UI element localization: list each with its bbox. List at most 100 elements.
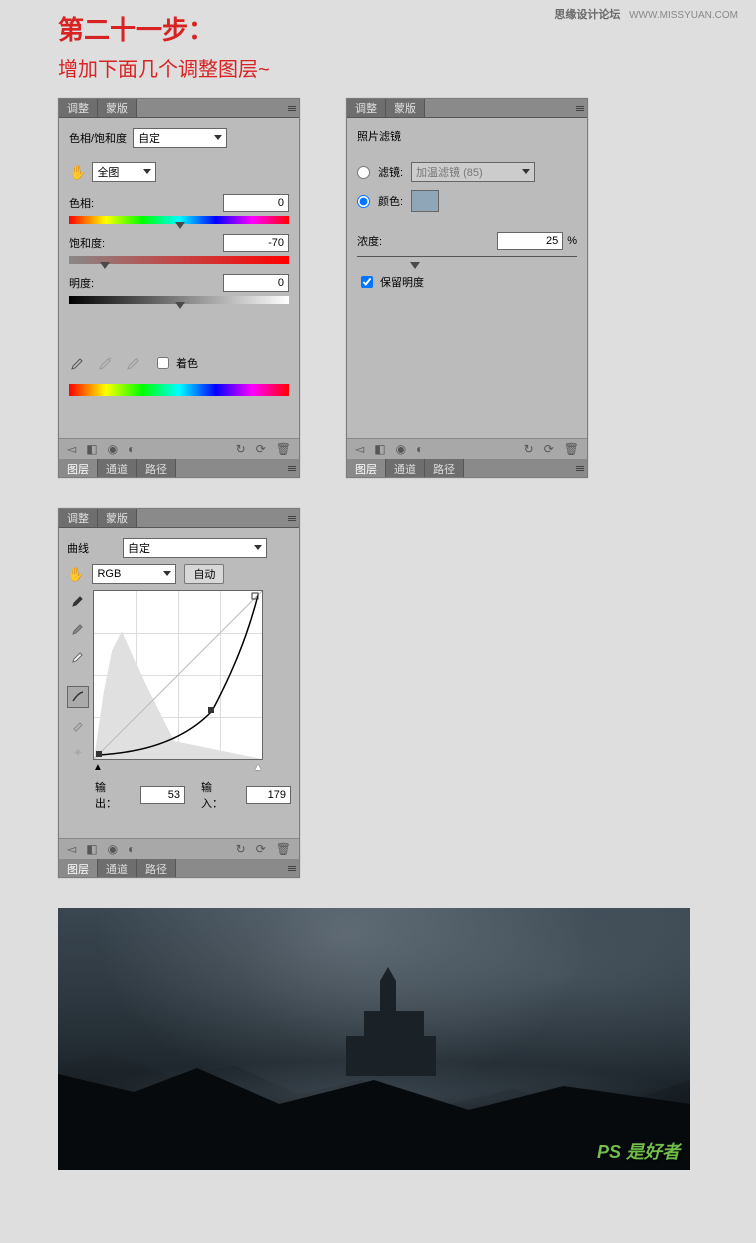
eye-icon[interactable]: ◉ <box>108 442 118 456</box>
sat-label: 饱和度: <box>69 235 105 251</box>
result-preview: PS 是好者 UiBO.CoM <box>58 908 690 1170</box>
hue-slider[interactable] <box>69 216 289 224</box>
hs-title: 色相/饱和度 <box>69 130 127 146</box>
color-radio[interactable] <box>357 195 370 208</box>
svg-text:-: - <box>136 356 139 363</box>
curve-point-tool-icon[interactable] <box>67 686 89 708</box>
eye-icon[interactable]: ◉ <box>396 442 406 456</box>
slider-black-thumb[interactable]: ▲ <box>93 762 103 773</box>
eyedropper-gray-icon[interactable] <box>67 618 89 640</box>
refresh-icon[interactable]: ⟳ <box>256 442 266 456</box>
tab-adjust[interactable]: 调整 <box>59 509 98 527</box>
eyedropper-black-icon[interactable] <box>67 590 89 612</box>
cv-channel-select[interactable]: RGB <box>92 564 176 584</box>
clip-icon[interactable]: ◧ <box>374 442 385 456</box>
slider-white-thumb[interactable]: ▲ <box>253 762 263 773</box>
btab-path[interactable]: 路径 <box>137 459 176 477</box>
output-input[interactable]: 53 <box>140 786 185 804</box>
density-label: 浓度: <box>357 233 382 249</box>
panel-menu-icon[interactable] <box>573 99 587 117</box>
cv-preset-select[interactable]: 自定 <box>123 538 267 558</box>
color-swatch[interactable] <box>411 190 439 212</box>
refresh-icon[interactable]: ⟳ <box>544 442 554 456</box>
panel-menu-icon[interactable] <box>285 859 299 877</box>
btab-path[interactable]: 路径 <box>425 459 464 477</box>
eyedropper-plus-icon[interactable]: + <box>97 354 115 372</box>
auto-button[interactable]: 自动 <box>184 564 224 584</box>
btab-layer[interactable]: 图层 <box>347 459 386 477</box>
hand-icon[interactable]: ✋ <box>69 164 86 181</box>
image-watermark1: PS 是好者 <box>597 1138 680 1164</box>
filter-label: 滤镜: <box>378 164 403 180</box>
reset-icon[interactable]: ↻ <box>236 842 246 856</box>
trash-icon[interactable]: 🗑 <box>564 442 579 456</box>
panel-menu-icon[interactable] <box>573 459 587 477</box>
tab-adjust[interactable]: 调整 <box>347 99 386 117</box>
hue-label: 色相: <box>69 195 94 211</box>
eye-icon[interactable]: ◉ <box>108 842 118 856</box>
btab-layer[interactable]: 图层 <box>59 459 98 477</box>
density-input[interactable]: 25 <box>497 232 563 250</box>
sat-input[interactable]: -70 <box>223 234 289 252</box>
svg-text:+: + <box>108 356 112 363</box>
back-icon[interactable]: ◅ <box>67 842 76 856</box>
tab-mask[interactable]: 蒙版 <box>98 99 137 117</box>
input-label: 输入： <box>201 779 230 811</box>
trash-icon[interactable]: 🗑 <box>276 442 291 456</box>
eyedropper-white-icon[interactable] <box>67 646 89 668</box>
view-icon[interactable]: ◐ <box>128 442 135 456</box>
eyedropper-icon[interactable] <box>69 354 87 372</box>
view-icon[interactable]: ◐ <box>416 442 423 456</box>
eyedropper-minus-icon[interactable]: - <box>125 354 143 372</box>
color-label: 颜色: <box>378 193 403 209</box>
hue-input[interactable]: 0 <box>223 194 289 212</box>
curves-panel: 调整 蒙版 曲线 自定 ✋ RGB 自动 ✦ <box>58 508 300 878</box>
btab-path[interactable]: 路径 <box>137 859 176 877</box>
input-input[interactable]: 179 <box>246 786 291 804</box>
panel-menu-icon[interactable] <box>285 459 299 477</box>
density-slider[interactable] <box>357 256 577 257</box>
smooth-tool-icon[interactable]: ✦ <box>67 742 89 764</box>
tab-adjust[interactable]: 调整 <box>59 99 98 117</box>
cv-title: 曲线 <box>67 540 117 556</box>
output-label: 输出： <box>95 779 124 811</box>
btab-layer[interactable]: 图层 <box>59 859 98 877</box>
btab-channel[interactable]: 通道 <box>98 459 137 477</box>
rainbow-preview <box>69 384 289 396</box>
refresh-icon[interactable]: ⟳ <box>256 842 266 856</box>
btab-channel[interactable]: 通道 <box>386 459 425 477</box>
panel-bottom-bar: ◅ ◧ ◉ ◐ ↻ ⟳ 🗑 <box>59 438 299 459</box>
filter-select: 加温滤镜 (85) <box>411 162 535 182</box>
wm-site: 思缘设计论坛 <box>554 9 620 21</box>
light-input[interactable]: 0 <box>223 274 289 292</box>
filter-radio[interactable] <box>357 166 370 179</box>
btab-channel[interactable]: 通道 <box>98 859 137 877</box>
light-label: 明度: <box>69 275 94 291</box>
tab-mask[interactable]: 蒙版 <box>98 509 137 527</box>
panel-menu-icon[interactable] <box>285 99 299 117</box>
trash-icon[interactable]: 🗑 <box>276 842 291 856</box>
view-icon[interactable]: ◐ <box>128 842 135 856</box>
reset-icon[interactable]: ↻ <box>236 442 246 456</box>
wm-url: WWW.MISSYUAN.COM <box>629 10 738 21</box>
preserve-lum-checkbox[interactable]: 保留明度 <box>357 273 577 291</box>
top-watermark: 思缘设计论坛 WWW.MISSYUAN.COM <box>554 6 738 22</box>
back-icon[interactable]: ◅ <box>67 442 76 456</box>
pct-label: % <box>567 235 577 247</box>
pencil-tool-icon[interactable] <box>67 714 89 736</box>
panel-menu-icon[interactable] <box>285 509 299 527</box>
sat-slider[interactable] <box>69 256 289 264</box>
pf-title: 照片滤镜 <box>357 128 407 144</box>
hs-range-select[interactable]: 全图 <box>92 162 156 182</box>
hs-preset-select[interactable]: 自定 <box>133 128 227 148</box>
back-icon[interactable]: ◅ <box>355 442 364 456</box>
clip-icon[interactable]: ◧ <box>86 842 97 856</box>
step-subtitle: 增加下面几个调整图层~ <box>58 53 756 82</box>
clip-icon[interactable]: ◧ <box>86 442 97 456</box>
tab-mask[interactable]: 蒙版 <box>386 99 425 117</box>
hand-icon[interactable]: ✋ <box>67 566 84 583</box>
reset-icon[interactable]: ↻ <box>524 442 534 456</box>
curves-graph[interactable] <box>93 590 263 760</box>
colorize-checkbox[interactable]: 着色 <box>153 354 198 372</box>
light-slider[interactable] <box>69 296 289 304</box>
